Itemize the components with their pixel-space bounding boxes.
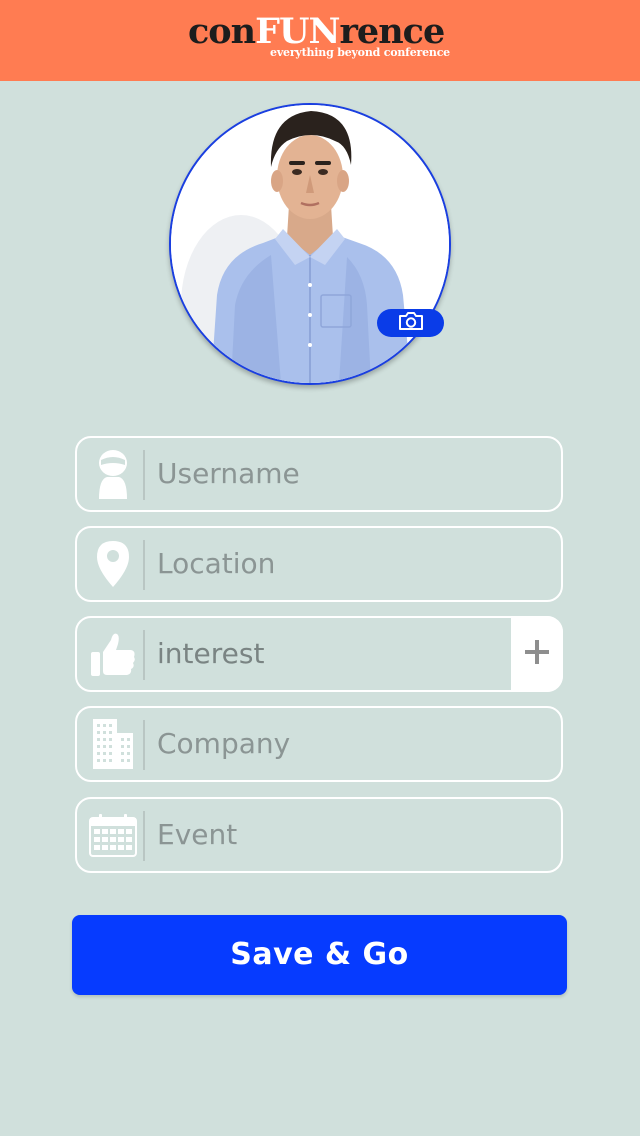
app-header: conFUNrence everything beyond conference (0, 0, 640, 81)
buildings-icon (89, 719, 137, 769)
map-pin-icon (89, 540, 137, 588)
username-input[interactable]: Username (157, 438, 300, 510)
field-divider (143, 811, 145, 861)
event-field[interactable]: Event (75, 797, 563, 873)
interest-field[interactable]: interest (75, 616, 563, 692)
profile-photo[interactable] (169, 103, 451, 385)
event-input[interactable]: Event (157, 799, 237, 871)
company-field[interactable]: Company (75, 706, 563, 782)
camera-icon (398, 311, 424, 335)
company-input[interactable]: Company (157, 708, 290, 780)
field-divider (143, 720, 145, 770)
save-and-go-button[interactable]: Save & Go (72, 915, 567, 995)
calendar-icon (89, 811, 137, 859)
change-photo-button[interactable] (377, 309, 444, 337)
field-divider (143, 540, 145, 590)
logo-tagline: everything beyond conference (270, 46, 450, 59)
app-logo: conFUNrence everything beyond conference (188, 12, 454, 64)
field-divider (143, 450, 145, 500)
field-divider (143, 630, 145, 680)
logo-part-con: con (188, 11, 256, 52)
location-field[interactable]: Location (75, 526, 563, 602)
profile-photo-illustration (171, 105, 449, 383)
user-mask-icon (89, 450, 137, 499)
plus-icon (524, 639, 550, 669)
add-interest-button[interactable] (511, 616, 563, 692)
thumbs-up-icon (89, 630, 137, 678)
location-input[interactable]: Location (157, 528, 275, 600)
username-field[interactable]: Username (75, 436, 563, 512)
interest-input[interactable]: interest (157, 618, 264, 690)
